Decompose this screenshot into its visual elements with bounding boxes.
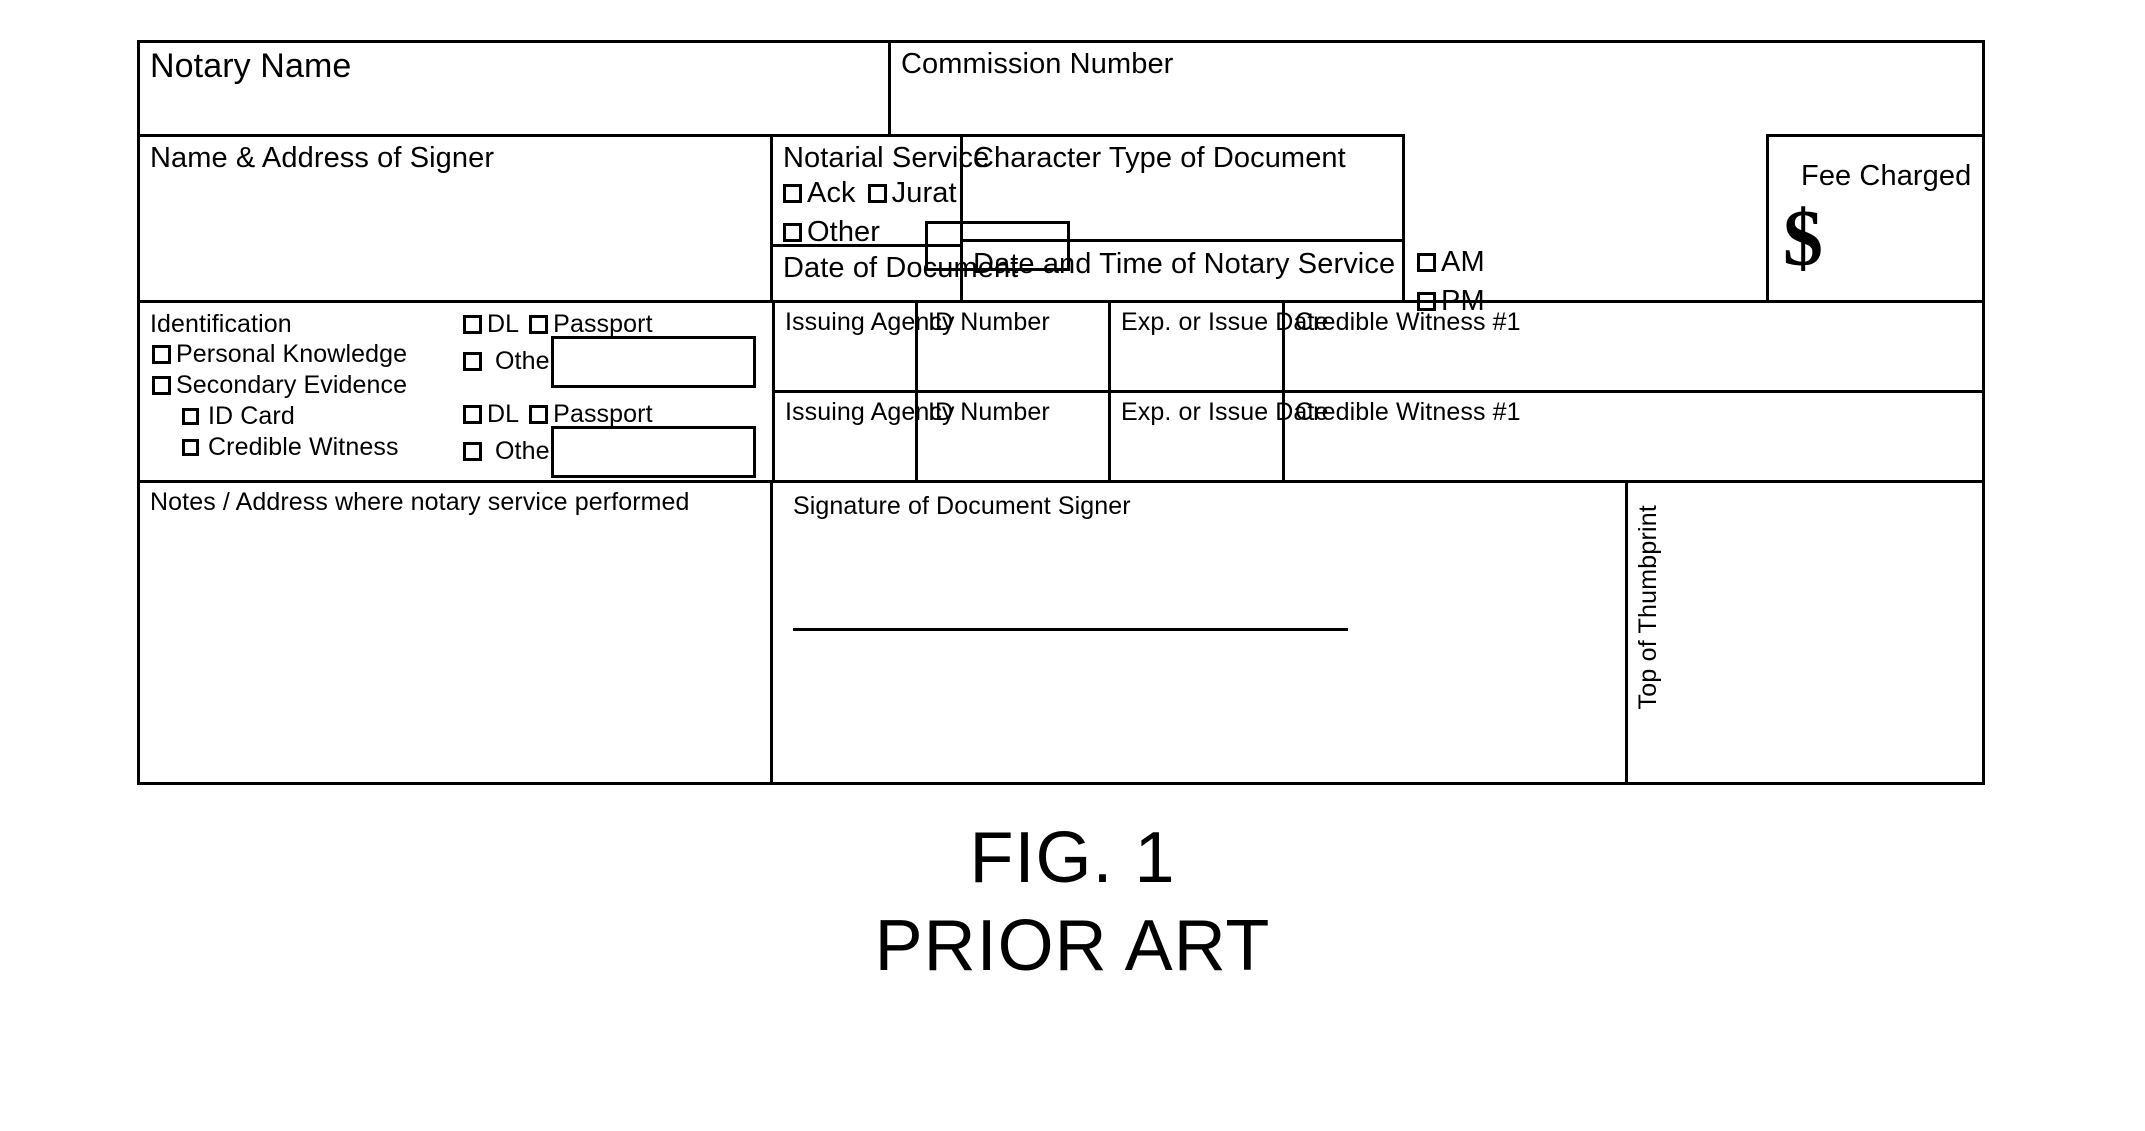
fee-charged-label: Fee Charged xyxy=(1801,160,1972,192)
other-service-label: Other xyxy=(807,215,881,248)
id-other-input-2[interactable] xyxy=(551,426,756,478)
passport-label-1: Passport xyxy=(553,310,653,338)
secondary-evidence-option[interactable]: Secondary Evidence xyxy=(152,372,407,398)
id-other-checkbox-1[interactable] xyxy=(463,351,482,371)
dl-checkbox-1[interactable] xyxy=(463,314,482,334)
issuing-agency-cell-1[interactable]: Issuing Agency xyxy=(772,300,954,390)
notary-journal-form: Notary Name Commission Number Name & Add… xyxy=(137,40,1985,785)
credible-witness-number-label-2: Credible Witness #1 xyxy=(1295,398,1521,426)
credible-witness-option[interactable]: Credible Witness xyxy=(182,434,399,460)
figure-number-label: FIG. 1 xyxy=(969,818,1176,898)
credible-witness-checkbox[interactable] xyxy=(182,438,199,456)
id-number-label-1: ID Number xyxy=(928,308,1050,336)
passport-checkbox-2[interactable] xyxy=(529,404,549,424)
commission-number-cell[interactable]: Commission Number xyxy=(888,43,1982,134)
notes-address-cell[interactable]: Notes / Address where notary service per… xyxy=(140,480,770,785)
id-other-label-2: Other xyxy=(495,437,559,465)
identification-label: Identification xyxy=(150,310,292,338)
credible-witness-cell-1[interactable]: Credible Witness #1 xyxy=(1282,300,1982,390)
passport-checkbox-1[interactable] xyxy=(529,314,549,334)
credible-witness-number-label-1: Credible Witness #1 xyxy=(1295,308,1521,336)
notarial-service-label: Notarial Service xyxy=(783,142,990,174)
ack-label: Ack xyxy=(807,177,856,210)
other-service-checkbox[interactable] xyxy=(783,222,802,242)
dl-label-1: DL xyxy=(487,310,520,338)
date-of-document-cell[interactable]: Date of Document xyxy=(770,244,1018,300)
am-option[interactable]: AM xyxy=(1417,247,1485,277)
id-number-label-2: ID Number xyxy=(928,398,1050,426)
exp-issue-date-cell-1[interactable]: Exp. or Issue Date xyxy=(1108,300,1328,390)
id-other-input-1[interactable] xyxy=(551,336,756,388)
id-number-cell-1[interactable]: ID Number xyxy=(915,300,1108,390)
commission-number-label: Commission Number xyxy=(901,48,1174,80)
prior-art-label: PRIOR ART xyxy=(874,905,1271,986)
passport-label-2: Passport xyxy=(553,400,653,428)
character-type-of-document-cell[interactable]: Character Type of Document xyxy=(960,134,1402,239)
identification-cell: Identification Personal Knowledge Second… xyxy=(140,300,410,480)
id-type-row-2: DL Passport xyxy=(463,401,653,427)
fee-charged-cell[interactable]: Fee Charged $ xyxy=(1766,134,1982,300)
id-other-checkbox-2[interactable] xyxy=(463,441,482,461)
am-label: AM xyxy=(1441,246,1485,278)
jurat-checkbox[interactable] xyxy=(867,184,887,204)
id-other-row-1: Other xyxy=(463,348,558,374)
id-card-label: ID Card xyxy=(208,402,295,430)
id-card-checkbox[interactable] xyxy=(182,407,199,425)
credible-witness-cell-2[interactable]: Credible Witness #1 xyxy=(1282,390,1982,480)
am-pm-column: AM PM xyxy=(1402,134,1522,316)
name-address-of-signer-cell[interactable]: Name & Address of Signer xyxy=(140,134,770,300)
id-other-label-1: Other xyxy=(495,347,559,375)
secondary-evidence-checkbox[interactable] xyxy=(152,375,171,395)
signature-of-document-signer-label: Signature of Document Signer xyxy=(793,492,1131,520)
id-other-value-1 xyxy=(554,339,753,345)
signature-of-document-signer-cell[interactable]: Signature of Document Signer xyxy=(770,480,1625,785)
id-other-row-2: Other xyxy=(463,438,558,464)
name-address-of-signer-label: Name & Address of Signer xyxy=(150,142,495,174)
top-of-thumbprint-label: Top of Thumbprint xyxy=(1634,505,1662,710)
personal-knowledge-label: Personal Knowledge xyxy=(176,340,408,368)
credible-witness-label: Credible Witness xyxy=(208,433,399,461)
patent-figure-sheet: Notary Name Commission Number Name & Add… xyxy=(0,0,2145,1131)
id-number-cell-2[interactable]: ID Number xyxy=(915,390,1108,480)
id-other-value-2 xyxy=(554,429,753,435)
id-type-row-1: DL Passport xyxy=(463,311,653,337)
date-time-of-notary-service-label: Date and Time of Notary Service xyxy=(973,248,1396,280)
dollar-sign-icon: $ xyxy=(1783,195,1823,283)
thumbprint-cell[interactable]: Top of Thumbprint xyxy=(1625,480,1982,785)
issuing-agency-cell-2[interactable]: Issuing Agency xyxy=(772,390,954,480)
exp-issue-date-cell-2[interactable]: Exp. or Issue Date xyxy=(1108,390,1328,480)
secondary-evidence-label: Secondary Evidence xyxy=(176,371,408,399)
id-card-option[interactable]: ID Card xyxy=(182,403,295,429)
personal-knowledge-checkbox[interactable] xyxy=(152,344,171,364)
dl-checkbox-2[interactable] xyxy=(463,404,482,424)
date-time-of-notary-service-cell[interactable]: Date and Time of Notary Service xyxy=(960,239,1402,300)
notes-address-label: Notes / Address where notary service per… xyxy=(150,488,690,516)
dl-label-2: DL xyxy=(487,400,520,428)
character-type-of-document-label: Character Type of Document xyxy=(973,142,1346,174)
figure-caption: FIG. 1 PRIOR ART xyxy=(0,815,2145,991)
signature-line xyxy=(793,628,1348,631)
notary-name-label: Notary Name xyxy=(150,47,352,85)
personal-knowledge-option[interactable]: Personal Knowledge xyxy=(152,341,407,367)
notary-name-cell[interactable]: Notary Name xyxy=(140,43,888,134)
ack-checkbox[interactable] xyxy=(783,184,802,204)
jurat-label: Jurat xyxy=(891,177,957,210)
am-checkbox[interactable] xyxy=(1417,252,1436,272)
